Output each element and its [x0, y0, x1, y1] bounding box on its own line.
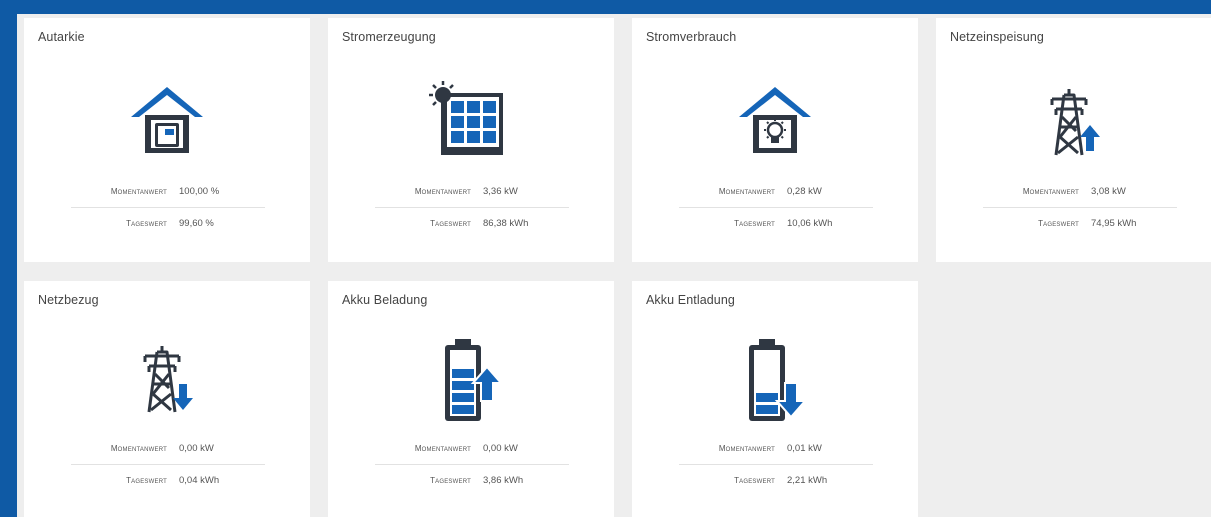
metric-row-momentanwert: Momentanwert 100,00 % — [71, 176, 265, 208]
metric-value: 0,00 kW — [483, 443, 518, 454]
card-title: Stromerzeugung — [342, 30, 436, 44]
card-title: Netzeinspeisung — [950, 30, 1044, 44]
power-tower-up-icon — [1050, 89, 1100, 156]
metric-row-momentanwert: Momentanwert 3,36 kW — [375, 176, 569, 208]
dashboard-panel: Autarkie Momentanwert 100,00 % Tageswert… — [17, 14, 1211, 517]
metric-row-tageswert: Tageswert 86,38 kWh — [375, 208, 569, 239]
metric-row-tageswert: Tageswert 10,06 kWh — [679, 208, 873, 239]
card-title: Autarkie — [38, 30, 85, 44]
power-tower-down-icon — [143, 346, 193, 413]
metric-label: Tageswert — [430, 476, 471, 485]
card-stromerzeugung[interactable]: Stromerzeugung Momentanwert 3,36 kW Tage… — [328, 18, 614, 262]
card-autarkie[interactable]: Autarkie Momentanwert 100,00 % Tageswert… — [24, 18, 310, 262]
card-akku-entladung[interactable]: Akku Entladung Momentanwert 0,01 kW Tage… — [632, 281, 918, 517]
metric-label: Tageswert — [126, 219, 167, 228]
metric-label: Momentanwert — [110, 187, 167, 196]
metrics-table: Momentanwert 0,00 kW Tageswert 0,04 kWh — [71, 433, 265, 496]
metric-label: Momentanwert — [110, 444, 167, 453]
metric-value: 3,36 kW — [483, 186, 518, 197]
metric-row-tageswert: Tageswert 99,60 % — [71, 208, 265, 239]
metric-row-momentanwert: Momentanwert 3,08 kW — [983, 176, 1177, 208]
metric-row-momentanwert: Momentanwert 0,00 kW — [375, 433, 569, 465]
metrics-table: Momentanwert 3,36 kW Tageswert 86,38 kWh — [375, 176, 569, 239]
metric-label: Momentanwert — [414, 444, 471, 453]
metric-value: 3,08 kW — [1091, 186, 1126, 197]
card-netzeinspeisung[interactable]: Netzeinspeisung Momentanwert 3,08 kW Tag… — [936, 18, 1211, 262]
house-device-icon — [131, 87, 203, 153]
metric-label: Tageswert — [1038, 219, 1079, 228]
solar-panel-icon — [429, 81, 503, 155]
metric-row-tageswert: Tageswert 0,04 kWh — [71, 465, 265, 496]
metric-value: 99,60 % — [179, 218, 214, 229]
metrics-table: Momentanwert 3,08 kW Tageswert 74,95 kWh — [983, 176, 1177, 239]
metric-label: Momentanwert — [718, 444, 775, 453]
metric-value: 3,86 kWh — [483, 475, 524, 486]
metric-value: 2,21 kWh — [787, 475, 828, 486]
metric-label: Momentanwert — [718, 187, 775, 196]
metric-label: Tageswert — [430, 219, 471, 228]
metric-row-tageswert: Tageswert 2,21 kWh — [679, 465, 873, 496]
card-title: Akku Entladung — [646, 293, 735, 307]
house-lightbulb-icon — [739, 87, 811, 153]
metric-label: Tageswert — [734, 476, 775, 485]
metrics-table: Momentanwert 100,00 % Tageswert 99,60 % — [71, 176, 265, 239]
metric-row-momentanwert: Momentanwert 0,28 kW — [679, 176, 873, 208]
metrics-table: Momentanwert 0,00 kW Tageswert 3,86 kWh — [375, 433, 569, 496]
metric-value: 10,06 kWh — [787, 218, 833, 229]
card-title: Stromverbrauch — [646, 30, 737, 44]
metric-value: 86,38 kWh — [483, 218, 529, 229]
metrics-table: Momentanwert 0,28 kW Tageswert 10,06 kWh — [679, 176, 873, 239]
card-netzbezug[interactable]: Netzbezug Momentanwert 0,00 kW Tageswert… — [24, 281, 310, 517]
metric-row-momentanwert: Momentanwert 0,00 kW — [71, 433, 265, 465]
battery-charge-icon — [445, 339, 503, 421]
metric-row-tageswert: Tageswert 74,95 kWh — [983, 208, 1177, 239]
card-akku-beladung[interactable]: Akku Beladung Momentanwert 0,00 kW Tages… — [328, 281, 614, 517]
metric-label: Momentanwert — [414, 187, 471, 196]
card-title: Akku Beladung — [342, 293, 428, 307]
metric-label: Tageswert — [126, 476, 167, 485]
metric-row-tageswert: Tageswert 3,86 kWh — [375, 465, 569, 496]
card-stromverbrauch[interactable]: Stromverbrauch Momentanwert 0,28 kW Tage… — [632, 18, 918, 262]
metric-value: 100,00 % — [179, 186, 220, 197]
metric-value: 74,95 kWh — [1091, 218, 1137, 229]
metrics-table: Momentanwert 0,01 kW Tageswert 2,21 kWh — [679, 433, 873, 496]
card-title: Netzbezug — [38, 293, 99, 307]
battery-discharge-icon — [749, 339, 807, 421]
metric-value: 0,00 kW — [179, 443, 214, 454]
metric-value: 0,04 kWh — [179, 475, 220, 486]
metric-value: 0,28 kW — [787, 186, 822, 197]
metric-row-momentanwert: Momentanwert 0,01 kW — [679, 433, 873, 465]
metric-label: Momentanwert — [1022, 187, 1079, 196]
metric-value: 0,01 kW — [787, 443, 822, 454]
metric-label: Tageswert — [734, 219, 775, 228]
